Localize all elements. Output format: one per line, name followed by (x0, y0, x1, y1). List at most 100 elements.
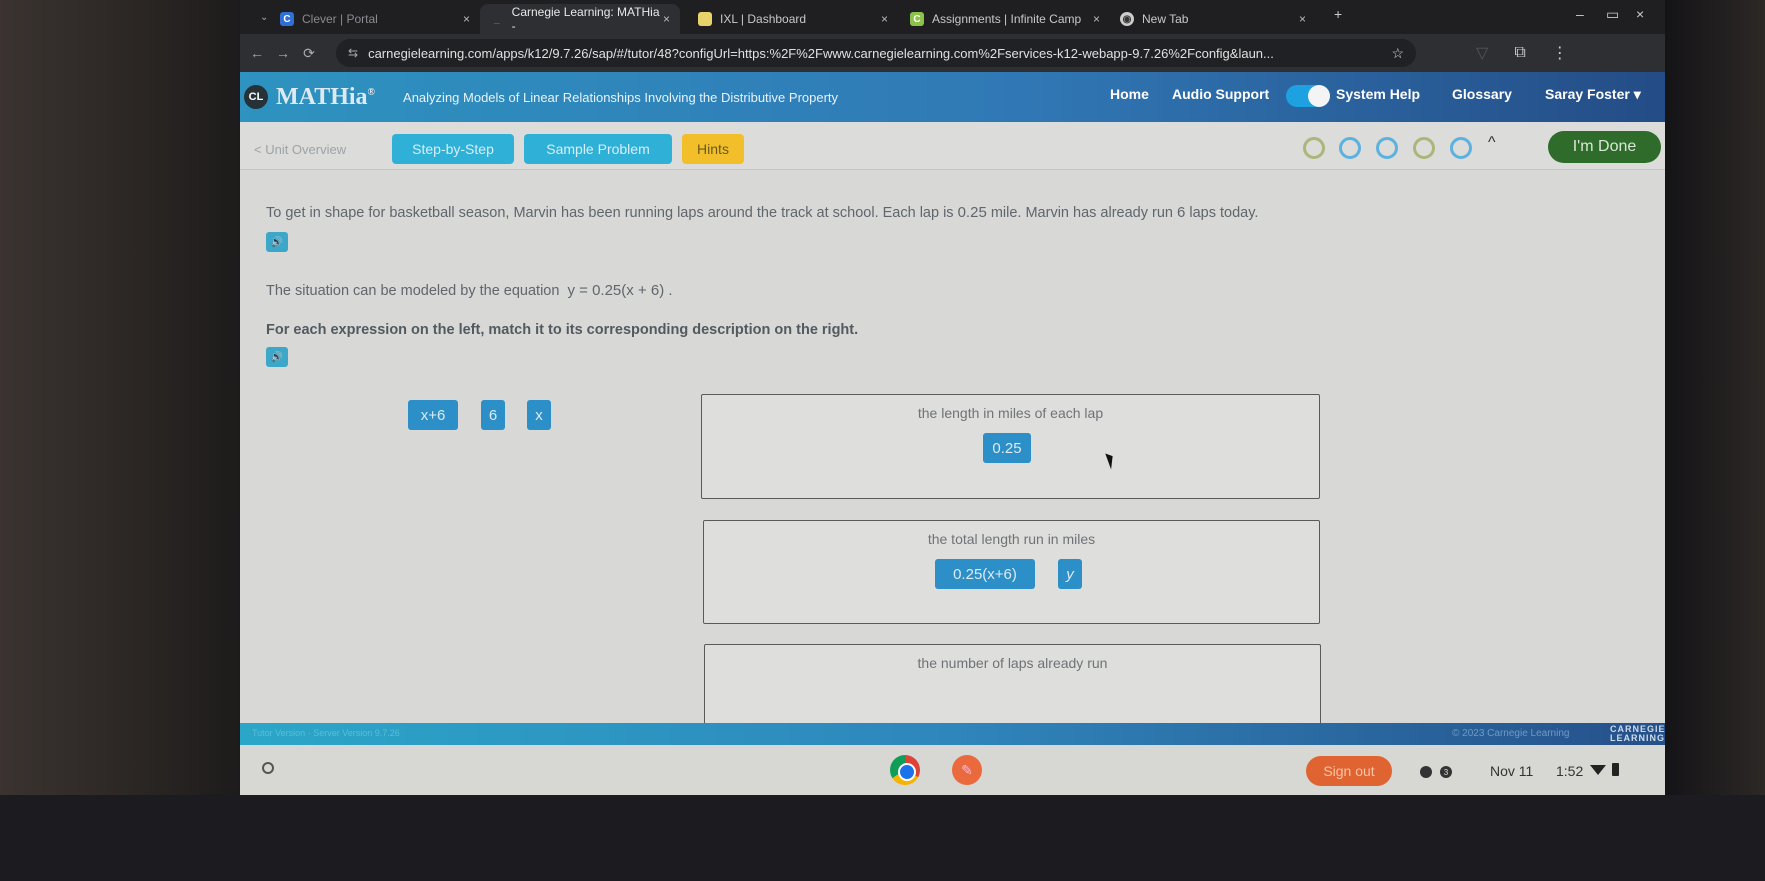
user-menu[interactable]: Saray Foster ▾ (1545, 86, 1641, 103)
tutor-toolbar: < Unit Overview Step-by-Step Sample Prob… (240, 122, 1665, 170)
device-bezel-bottom (0, 795, 1765, 881)
close-tab-icon[interactable]: × (1299, 12, 1306, 26)
drop-target-label: the length in miles of each lap (917, 405, 1104, 421)
date-display[interactable]: Nov 11 (1490, 763, 1533, 779)
chrome-app-icon[interactable] (890, 755, 920, 785)
problem-area: To get in shape for basketball season, M… (240, 170, 1665, 734)
launcher-icon[interactable] (262, 762, 274, 774)
home-link[interactable]: Home (1110, 86, 1149, 102)
battery-icon[interactable] (1612, 763, 1619, 776)
wifi-icon[interactable] (1590, 765, 1606, 775)
tab-title: Carnegie Learning: MATHia - (511, 5, 660, 33)
skill-progress-indicator (1339, 137, 1361, 159)
os-shelf: ✎ Sign out 3 Nov 11 1:52 (240, 745, 1665, 795)
browser-menu-icon[interactable]: ⋮ (1552, 43, 1568, 63)
draggable-expression-chip[interactable]: 6 (481, 400, 505, 430)
notification-count-badge[interactable]: 3 (1440, 766, 1452, 778)
intro-text: To get in shape for basketball season, M… (266, 205, 954, 221)
tab-title: Clever | Portal (302, 12, 378, 26)
hints-button[interactable]: Hints (682, 134, 744, 164)
equation: y = 0.25(x + 6) . (567, 282, 673, 299)
tab-new-tab[interactable]: ◉ New Tab × (1110, 4, 1316, 34)
sign-out-button[interactable]: Sign out (1306, 756, 1392, 786)
tab-clever[interactable]: C Clever | Portal × (270, 4, 480, 34)
tab-strip: ⌄ C Clever | Portal × _ Carnegie Learnin… (240, 0, 1665, 34)
pinned-app-icon[interactable]: ✎ (952, 755, 982, 785)
skill-progress-indicator (1376, 137, 1398, 159)
model-text: The situation can be modeled by the equa… (266, 283, 560, 299)
extensions-puzzle-icon[interactable]: ⧉ (1514, 44, 1525, 62)
collapse-skills-icon[interactable]: ^ (1488, 134, 1496, 152)
skill-progress-indicator (1303, 137, 1325, 159)
site-info-icon[interactable]: ⇆ (348, 46, 358, 60)
close-tab-icon[interactable]: × (463, 12, 470, 26)
drop-target-laps-run[interactable]: the number of laps already run (704, 644, 1321, 734)
close-tab-icon[interactable]: × (881, 12, 888, 26)
lesson-title: Analyzing Models of Linear Relationships… (403, 89, 839, 105)
skill-progress-indicator (1450, 137, 1472, 159)
model-statement: The situation can be modeled by the equa… (266, 282, 673, 299)
placed-expression-chip[interactable]: y (1058, 559, 1082, 589)
mathia-header: CL MATHia® Analyzing Models of Linear Re… (240, 72, 1665, 122)
close-tab-icon[interactable]: × (1093, 12, 1100, 26)
draggable-expression-chip[interactable]: x (527, 400, 551, 430)
drop-target-total-length[interactable]: the total length run in miles 0.25(x+6) … (703, 520, 1320, 624)
placed-expression-chip[interactable]: 0.25 (983, 433, 1031, 463)
bookmark-star-icon[interactable]: ☆ (1391, 45, 1404, 62)
device-bezel-left (0, 0, 240, 881)
brand-name: MATHia® (276, 84, 375, 111)
maximize-icon[interactable]: ▭ (1606, 6, 1619, 23)
toggle-knob (1308, 85, 1330, 107)
audio-support-text: Audio Support (1172, 86, 1270, 102)
read-aloud-icon[interactable]: 🔊 (266, 347, 288, 367)
close-window-icon[interactable]: × (1636, 6, 1644, 22)
tab-ixl[interactable]: IXL | Dashboard × (688, 4, 898, 34)
problem-intro: To get in shape for basketball season, M… (266, 204, 1258, 221)
minimize-icon[interactable]: – (1576, 6, 1584, 22)
chrome-favicon-icon: ◉ (1120, 12, 1134, 26)
device-bezel-right (1665, 0, 1765, 881)
brand-text: MATHia (276, 83, 368, 110)
drop-target-label: the number of laps already run (917, 655, 1108, 671)
extension-icon[interactable]: ▽ (1476, 43, 1488, 63)
brand-mark: ® (367, 86, 376, 98)
tab-mathia[interactable]: _ Carnegie Learning: MATHia - × (480, 4, 680, 34)
time-display[interactable]: 1:52 (1556, 763, 1583, 779)
reload-icon[interactable]: ⟳ (296, 45, 322, 62)
skill-progress-indicator (1413, 137, 1435, 159)
audio-support-label: Audio Support (1172, 86, 1269, 102)
drop-target-lap-length[interactable]: the length in miles of each lap 0.25 (701, 394, 1320, 499)
screen: ⌄ C Clever | Portal × _ Carnegie Learnin… (240, 0, 1665, 795)
address-bar-row: ← → ⟳ ⇆ carnegielearning.com/apps/k12/9.… (240, 34, 1665, 72)
url-input[interactable]: ⇆ carnegielearning.com/apps/k12/9.7.26/s… (336, 39, 1416, 67)
back-icon[interactable]: ← (244, 45, 270, 61)
im-done-button[interactable]: I'm Done (1548, 131, 1661, 163)
unit-overview-link[interactable]: < Unit Overview (254, 142, 346, 157)
tab-search-chevron-icon[interactable]: ⌄ (260, 12, 268, 23)
logo-line: LEARNING (1610, 733, 1665, 743)
new-tab-button[interactable]: + (1334, 6, 1342, 22)
audio-support-toggle[interactable] (1286, 85, 1330, 107)
forward-icon[interactable]: → (270, 45, 296, 61)
step-by-step-button[interactable]: Step-by-Step (392, 134, 514, 164)
copyright-text: © 2023 Carnegie Learning (1452, 728, 1570, 739)
glossary-link[interactable]: Glossary (1452, 86, 1512, 102)
clever-favicon-icon: C (280, 12, 294, 26)
laps-run-value: 6 (1177, 204, 1186, 221)
draggable-expression-chip[interactable]: x+6 (408, 400, 458, 430)
read-aloud-icon[interactable]: 🔊 (266, 232, 288, 252)
infinite-campus-favicon-icon: C (910, 12, 924, 26)
tab-title: Assignments | Infinite Camp (932, 12, 1082, 26)
tab-title: New Tab (1142, 12, 1189, 26)
sample-problem-button[interactable]: Sample Problem (524, 134, 672, 164)
app-footer: Tutor Version · Server Version 9.7.26 © … (240, 723, 1665, 745)
tab-title: IXL | Dashboard (720, 12, 807, 26)
ixl-favicon-icon (698, 12, 712, 26)
tab-infinite-campus[interactable]: C Assignments | Infinite Camp × (900, 4, 1110, 34)
close-tab-icon[interactable]: × (663, 12, 670, 26)
mathia-favicon-icon: _ (494, 13, 500, 25)
system-help-link[interactable]: System Help (1336, 86, 1420, 102)
placed-expression-chip[interactable]: 0.25(x+6) (935, 559, 1035, 589)
intro-text: mile. Marvin has already run (990, 205, 1173, 221)
notification-icon[interactable] (1420, 766, 1432, 778)
